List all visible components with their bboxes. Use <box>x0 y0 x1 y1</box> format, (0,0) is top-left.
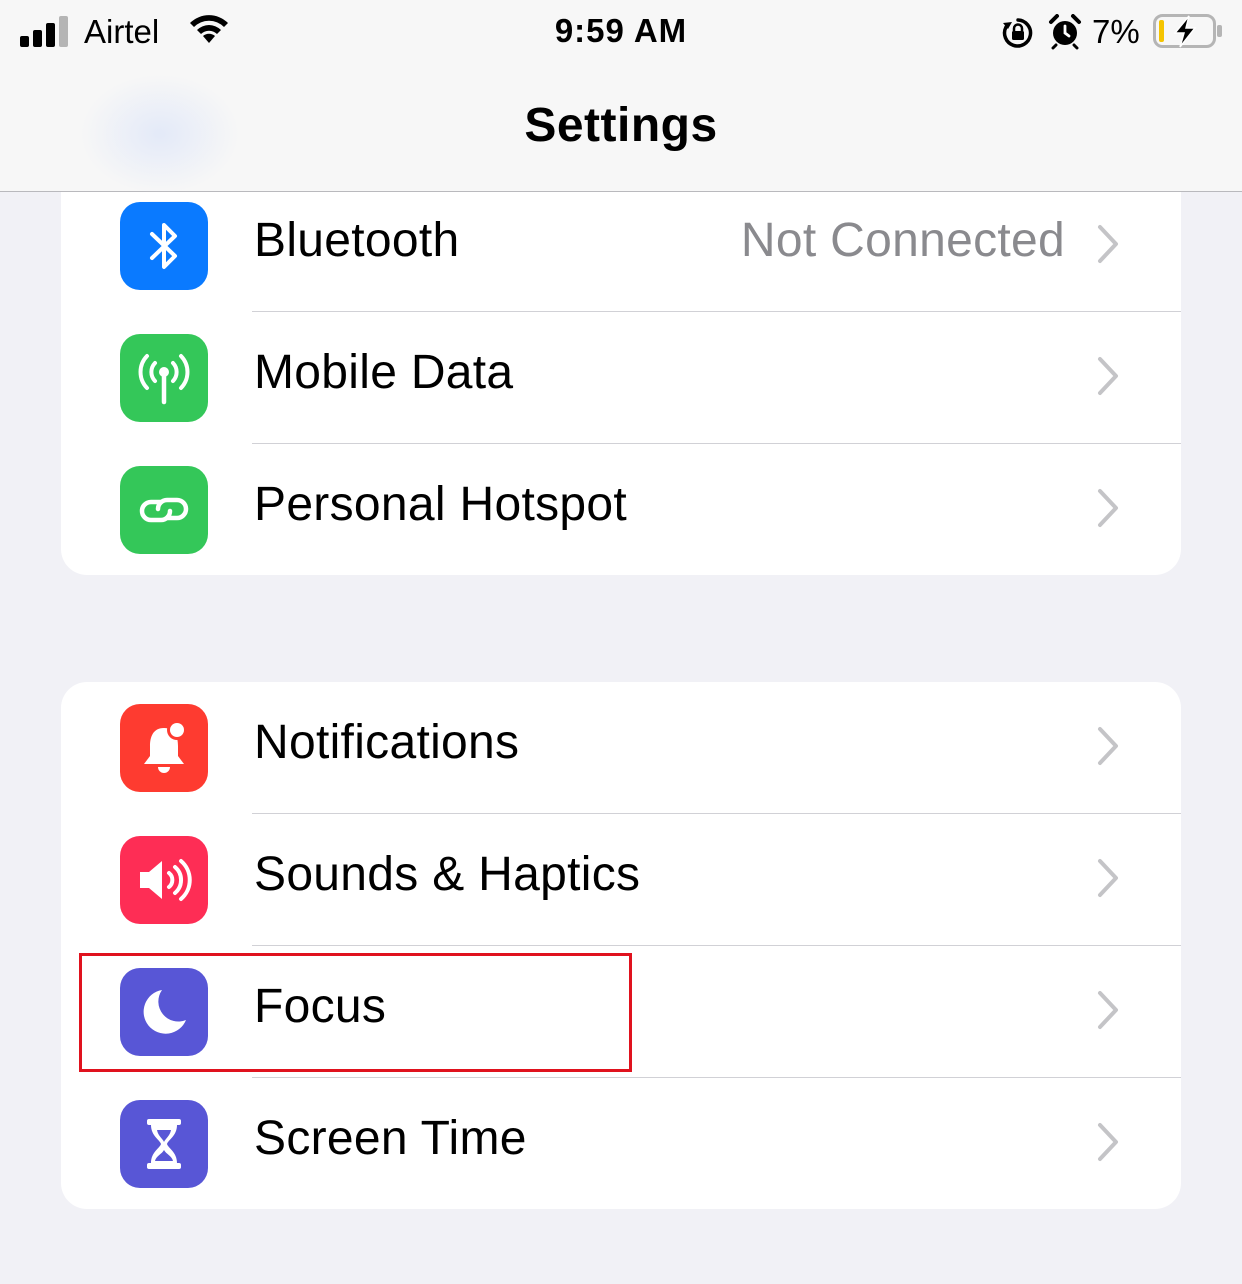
settings-row-label: Bluetooth <box>254 214 460 267</box>
settings-row-notifications[interactable]: Notifications <box>61 682 1181 814</box>
hourglass-icon <box>120 1100 208 1188</box>
chevron-right-icon <box>1098 727 1118 765</box>
chevron-right-icon <box>1098 859 1118 897</box>
settings-row-label: Notifications <box>254 716 520 769</box>
settings-row-label: Mobile Data <box>254 346 514 399</box>
page-title: Settings <box>524 99 718 152</box>
settings-row-label: Screen Time <box>254 1112 527 1165</box>
bluetooth-icon <box>120 202 208 290</box>
battery-charging-icon <box>1153 14 1222 48</box>
chevron-right-icon <box>1098 1123 1118 1161</box>
chevron-right-icon <box>1098 489 1118 527</box>
settings-row-label: Personal Hotspot <box>254 478 628 531</box>
antenna-icon <box>120 334 208 422</box>
hotspot-chain-icon <box>120 466 208 554</box>
bell-icon <box>120 704 208 792</box>
settings-row-screen-time[interactable]: Screen Time <box>61 1078 1181 1210</box>
speaker-icon <box>120 836 208 924</box>
chevron-right-icon <box>1098 991 1118 1029</box>
settings-row-label: Sounds & Haptics <box>254 848 641 901</box>
alarm-icon <box>1049 14 1081 50</box>
focus-highlight-box <box>79 953 632 1072</box>
settings-group-attention: Notifications Sounds & Haptics Focus Scr… <box>61 682 1181 1209</box>
settings-row-sounds-haptics[interactable]: Sounds & Haptics <box>61 814 1181 946</box>
battery-percent: 7% <box>1092 13 1140 50</box>
settings-row-bluetooth[interactable]: Bluetooth Not Connected <box>61 180 1181 312</box>
settings-group-connectivity: Bluetooth Not Connected Mobile Data Pers… <box>61 192 1181 575</box>
chevron-right-icon <box>1098 225 1118 263</box>
status-bar: Airtel 9:59 AM 7% <box>0 0 1242 64</box>
chevron-right-icon <box>1098 357 1118 395</box>
settings-row-personal-hotspot[interactable]: Personal Hotspot <box>61 444 1181 576</box>
settings-row-mobile-data[interactable]: Mobile Data <box>61 312 1181 444</box>
navigation-bar: Settings <box>0 64 1242 194</box>
bluetooth-status: Not Connected <box>740 214 1065 267</box>
rotation-lock-icon <box>1002 18 1033 48</box>
